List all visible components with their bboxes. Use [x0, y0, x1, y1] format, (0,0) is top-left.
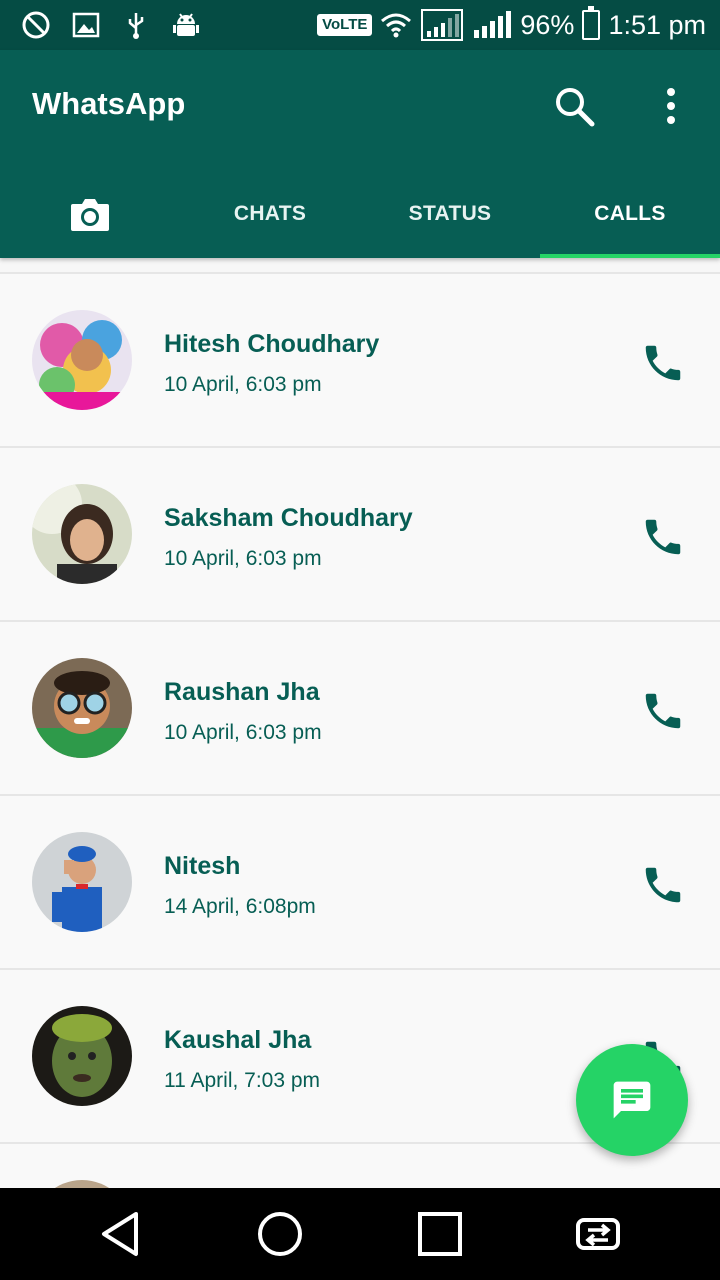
status-bar: VoLTE 96% 1:51 pm	[0, 0, 720, 50]
home-circle-icon	[258, 1212, 302, 1256]
tab-camera[interactable]	[0, 170, 180, 258]
call-row[interactable]: Nitesh 14 April, 6:08pm	[0, 796, 720, 970]
tab-status[interactable]: STATUS	[360, 170, 540, 258]
usb-icon	[120, 9, 152, 41]
battery-percent: 96%	[520, 9, 575, 40]
recents-button[interactable]	[412, 1208, 468, 1260]
more-vert-icon	[667, 88, 675, 124]
app-bar: WhatsApp CHATS STATUS CALLS	[0, 50, 720, 258]
avatar[interactable]	[32, 832, 132, 932]
call-row[interactable]: Raushan Jha 10 April, 6:03 pm	[0, 622, 720, 796]
search-button[interactable]	[552, 84, 598, 130]
gallery-icon	[70, 9, 102, 41]
avatar[interactable]	[32, 658, 132, 758]
navigation-bar	[0, 1188, 720, 1280]
switch-arrows-icon	[576, 1218, 620, 1250]
contact-name: Saksham Choudhary	[164, 504, 413, 532]
new-message-fab[interactable]	[576, 1044, 688, 1156]
avatar[interactable]	[32, 310, 132, 410]
call-time: 10 April, 6:03 pm	[164, 373, 322, 396]
phone-icon	[645, 345, 681, 381]
call-time: 11 April, 7:03 pm	[164, 1069, 321, 1092]
more-options-button[interactable]	[656, 84, 686, 130]
volte-badge: VoLTE	[317, 14, 373, 36]
call-time: 10 April, 6:03 pm	[164, 721, 322, 744]
signal-sim1-icon	[420, 9, 464, 41]
tab-bar: CHATS STATUS CALLS	[0, 170, 720, 258]
back-triangle-icon	[102, 1212, 138, 1256]
clock: 1:51 pm	[608, 9, 706, 40]
contact-name: Kaushal Jha	[164, 1026, 312, 1054]
recents-square-icon	[418, 1212, 462, 1256]
contact-name: Raushan Jha	[164, 678, 320, 706]
call-time: 10 April, 6:03 pm	[164, 547, 322, 570]
tab-chats[interactable]: CHATS	[180, 170, 360, 258]
do-not-disturb-icon	[20, 9, 52, 41]
call-time: 14 April, 6:08pm	[164, 895, 316, 918]
phone-icon	[645, 867, 681, 903]
home-button[interactable]	[252, 1208, 308, 1260]
battery-icon	[582, 6, 601, 40]
call-button[interactable]	[640, 340, 686, 386]
android-debug-icon	[170, 9, 202, 41]
avatar[interactable]	[32, 1006, 132, 1106]
camera-icon	[71, 199, 109, 231]
call-button[interactable]	[640, 862, 686, 908]
tab-calls[interactable]: CALLS	[540, 170, 720, 258]
switch-app-button[interactable]	[570, 1208, 626, 1260]
call-button[interactable]	[640, 514, 686, 560]
contact-name: Hitesh Choudhary	[164, 330, 380, 358]
back-button[interactable]	[92, 1208, 148, 1260]
app-title: WhatsApp	[32, 86, 186, 121]
wifi-icon	[380, 9, 412, 41]
avatar[interactable]	[32, 484, 132, 584]
call-button[interactable]	[640, 688, 686, 734]
search-icon	[556, 88, 595, 127]
list-top-spacer	[0, 258, 720, 274]
call-row[interactable]: Hitesh Choudhary 10 April, 6:03 pm	[0, 274, 720, 448]
message-icon	[613, 1081, 651, 1119]
call-row[interactable]: Saksham Choudhary 10 April, 6:03 pm	[0, 448, 720, 622]
avatar[interactable]	[32, 1180, 132, 1188]
signal-sim2-icon	[472, 9, 512, 41]
phone-icon	[645, 693, 681, 729]
contact-name: Nitesh	[164, 852, 241, 880]
phone-icon	[645, 519, 681, 555]
